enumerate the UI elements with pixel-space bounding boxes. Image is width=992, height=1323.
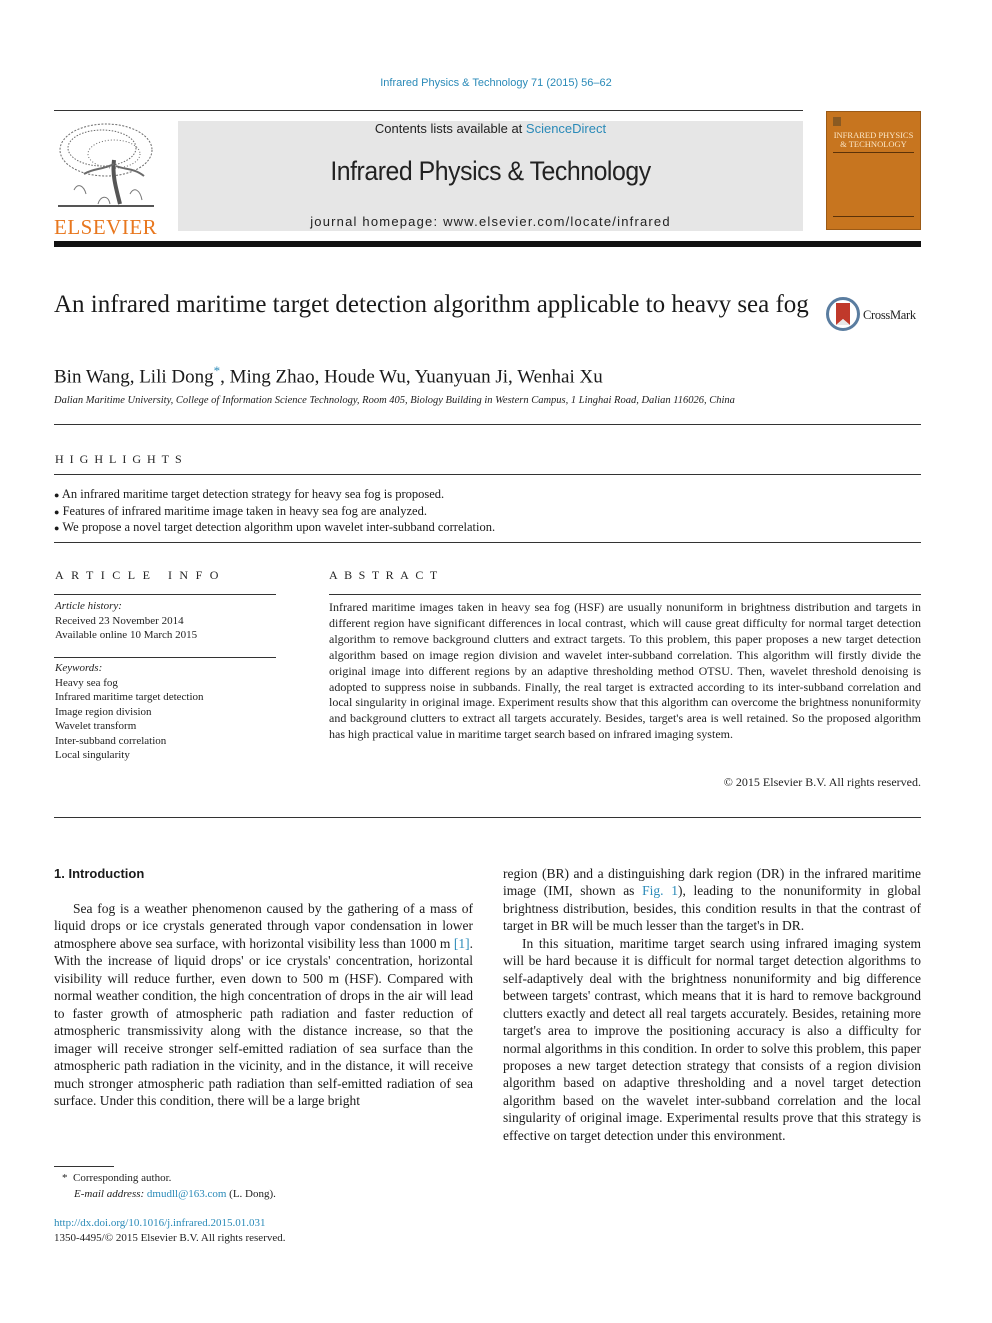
journal-citation-link[interactable]: Infrared Physics & Technology 71 (2015) … <box>0 77 992 89</box>
figure-link[interactable]: Fig. 1 <box>642 883 678 898</box>
keyword: Infrared maritime target detection <box>55 691 204 703</box>
article-title: An infrared maritime target detection al… <box>54 291 809 318</box>
elsevier-wordmark: ELSEVIER <box>54 215 158 239</box>
issn-copyright: 1350-4495/© 2015 Elsevier B.V. All right… <box>54 1232 286 1244</box>
keyword: Inter-subband correlation <box>55 734 167 747</box>
reference-link[interactable]: [1] <box>454 936 470 951</box>
introduction-paragraph: Sea fog is a weather phenomenon caused b… <box>54 901 473 1108</box>
abstract-body: Infrared maritime images taken in heavy … <box>329 600 921 742</box>
cover-divider <box>833 216 914 217</box>
author-name[interactable]: Bin Wang <box>54 366 130 387</box>
article-info-heading: ARTICLE INFO <box>55 568 226 582</box>
journal-cover-thumbnail[interactable]: INFRARED PHYSICS & TECHNOLOGY <box>826 111 921 230</box>
email-link[interactable]: dmudll@163.com <box>147 1188 227 1200</box>
section-divider <box>54 817 921 818</box>
author-name[interactable]: Ming Zhao <box>230 366 315 387</box>
article-history: Article history: Received 23 November 20… <box>55 600 198 641</box>
footnote-rule <box>54 1166 114 1167</box>
crossmark-button[interactable]: CrossMark <box>826 297 926 333</box>
doi-link[interactable]: http://dx.doi.org/10.1016/j.infrared.201… <box>54 1216 266 1231</box>
highlights-heading: HIGHLIGHTS <box>55 452 188 466</box>
received-date: Received 23 November 2014 <box>55 614 184 627</box>
crossmark-icon <box>826 297 860 331</box>
header-thick-rule <box>54 241 921 247</box>
crossmark-label: CrossMark <box>863 308 916 322</box>
author-name[interactable]: Wenhai Xu <box>517 366 603 387</box>
section-divider <box>54 424 921 425</box>
elsevier-logo[interactable]: ELSEVIER <box>54 120 158 238</box>
cover-logo-icon <box>833 117 841 126</box>
cover-divider <box>833 152 914 153</box>
abstract-copyright: © 2015 Elsevier B.V. All rights reserved… <box>723 775 921 789</box>
section-divider <box>54 474 921 475</box>
keyword: Heavy sea fog <box>55 676 118 689</box>
introduction-heading: 1. Introduction <box>54 866 145 881</box>
highlight-item: ● Features of infrared maritime image ta… <box>54 503 427 518</box>
keyword: Local singularity <box>55 749 130 761</box>
keywords: Keywords: Heavy sea fog Infrared maritim… <box>55 662 204 761</box>
available-date: Available online 10 March 2015 <box>55 629 198 641</box>
footnote-corresponding: * Corresponding author. <box>62 1172 172 1184</box>
author-affiliation: Dalian Maritime University, College of I… <box>54 395 735 406</box>
sciencedirect-link[interactable]: ScienceDirect <box>526 121 606 136</box>
author-name[interactable]: Yuanyuan Ji <box>415 366 508 387</box>
abstract-heading: ABSTRACT <box>329 568 444 582</box>
highlight-item: ● We propose a novel target detection al… <box>54 520 496 534</box>
section-divider <box>54 594 276 595</box>
highlight-item: ● An infrared maritime target detection … <box>54 487 445 501</box>
cover-title: INFRARED PHYSICS & TECHNOLOGY <box>833 130 914 149</box>
header-rule <box>54 110 803 111</box>
journal-homepage-link[interactable]: journal homepage: www.elsevier.com/locat… <box>178 214 803 229</box>
corresponding-author-mark[interactable]: * <box>214 363 221 378</box>
introduction-paragraph-continued: region (BR) and a distinguishing dark re… <box>503 866 921 1143</box>
keyword: Wavelet transform <box>55 720 137 732</box>
footnote-email: E-mail address: dmudll@163.com (L. Dong)… <box>74 1188 276 1200</box>
section-divider <box>329 594 921 595</box>
author-name[interactable]: Houde Wu <box>324 366 406 387</box>
author-name[interactable]: Lili Dong <box>139 366 213 387</box>
elsevier-tree-icon <box>58 123 154 207</box>
contents-availability: Contents lists available at ScienceDirec… <box>374 121 607 136</box>
highlights-list: ● An infrared maritime target detection … <box>54 487 495 537</box>
journal-banner: Contents lists available at ScienceDirec… <box>178 121 803 231</box>
author-list: Bin Wang, Lili Dong*, Ming Zhao, Houde W… <box>54 363 603 388</box>
journal-name: Infrared Physics & Technology <box>330 156 651 186</box>
section-divider <box>54 657 276 658</box>
section-divider <box>54 542 921 543</box>
introduction-paragraph: In this situation, maritime target searc… <box>503 935 921 1143</box>
keyword: Image region division <box>55 705 152 718</box>
